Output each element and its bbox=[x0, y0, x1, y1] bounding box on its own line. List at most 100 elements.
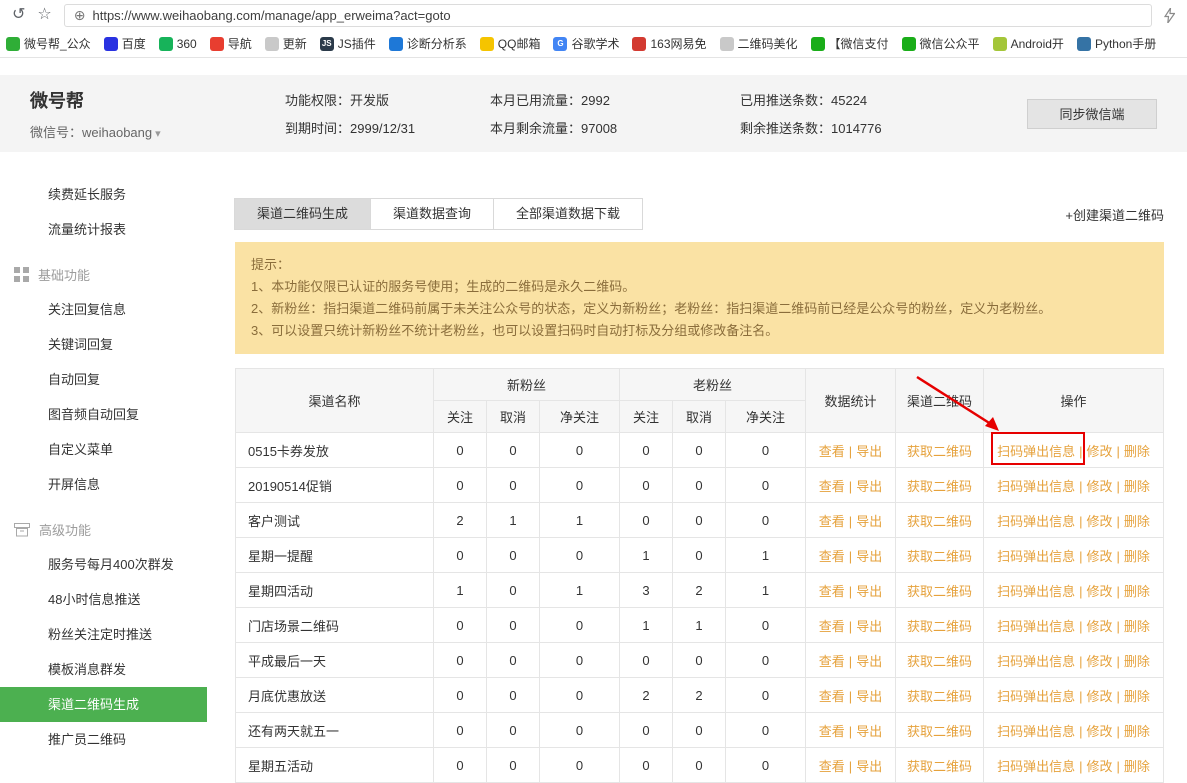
edit-link[interactable]: 修改 bbox=[1086, 654, 1112, 669]
sidebar-item[interactable]: 续费延长服务 bbox=[0, 177, 207, 212]
edit-link[interactable]: 修改 bbox=[1086, 549, 1112, 564]
sidebar-item[interactable]: 48小时信息推送 bbox=[0, 582, 207, 617]
view-link[interactable]: 查看 bbox=[819, 549, 845, 564]
sidebar-item[interactable]: 粉丝关注定时推送 bbox=[0, 617, 207, 652]
sidebar-item[interactable]: 关注回复信息 bbox=[0, 292, 207, 327]
scan-popup-info-link[interactable]: 扫码弹出信息 bbox=[997, 584, 1075, 599]
bookmark-item[interactable]: 【微信支付 bbox=[810, 35, 889, 52]
export-link[interactable]: 导出 bbox=[856, 689, 882, 704]
scan-popup-info-link[interactable]: 扫码弹出信息 bbox=[997, 549, 1075, 564]
scan-popup-info-link[interactable]: 扫码弹出信息 bbox=[997, 479, 1075, 494]
sidebar-item[interactable]: 自动回复 bbox=[0, 362, 207, 397]
get-qrcode-link[interactable]: 获取二维码 bbox=[907, 759, 972, 774]
edit-link[interactable]: 修改 bbox=[1086, 619, 1112, 634]
export-link[interactable]: 导出 bbox=[856, 549, 882, 564]
export-link[interactable]: 导出 bbox=[856, 654, 882, 669]
view-link[interactable]: 查看 bbox=[819, 619, 845, 634]
delete-link[interactable]: 删除 bbox=[1124, 724, 1150, 739]
export-link[interactable]: 导出 bbox=[856, 584, 882, 599]
bookmark-item[interactable]: 更新 bbox=[264, 35, 307, 52]
tab-data-query[interactable]: 渠道数据查询 bbox=[370, 198, 495, 230]
sidebar-item[interactable]: 关键词回复 bbox=[0, 327, 207, 362]
edit-link[interactable]: 修改 bbox=[1086, 514, 1112, 529]
scan-popup-info-link[interactable]: 扫码弹出信息 bbox=[997, 759, 1075, 774]
view-link[interactable]: 查看 bbox=[819, 584, 845, 599]
favorite-star-icon[interactable]: ☆ bbox=[37, 7, 51, 23]
bookmark-item[interactable]: JS JS插件 bbox=[319, 35, 376, 52]
export-link[interactable]: 导出 bbox=[856, 724, 882, 739]
sidebar-item[interactable]: 开屏信息 bbox=[0, 467, 207, 502]
edit-link[interactable]: 修改 bbox=[1086, 724, 1112, 739]
view-link[interactable]: 查看 bbox=[819, 444, 845, 459]
bookmark-item[interactable]: 诊断分析系 bbox=[388, 35, 467, 52]
export-link[interactable]: 导出 bbox=[856, 479, 882, 494]
delete-link[interactable]: 删除 bbox=[1124, 689, 1150, 704]
bookmark-item[interactable]: Android开 bbox=[992, 35, 1064, 52]
scan-popup-info-link[interactable]: 扫码弹出信息 bbox=[997, 654, 1075, 669]
tab-qrcode-generate[interactable]: 渠道二维码生成 bbox=[234, 198, 372, 230]
sync-wechat-button[interactable]: 同步微信端 bbox=[1027, 98, 1157, 129]
view-link[interactable]: 查看 bbox=[819, 759, 845, 774]
get-qrcode-link[interactable]: 获取二维码 bbox=[907, 724, 972, 739]
url-text[interactable]: https://www.weihaobang.com/manage/app_er… bbox=[92, 8, 450, 23]
get-qrcode-link[interactable]: 获取二维码 bbox=[907, 479, 972, 494]
export-link[interactable]: 导出 bbox=[856, 444, 882, 459]
lightning-icon[interactable] bbox=[1164, 7, 1175, 23]
bookmark-item[interactable]: 360 bbox=[158, 36, 197, 51]
delete-link[interactable]: 删除 bbox=[1124, 759, 1150, 774]
view-link[interactable]: 查看 bbox=[819, 654, 845, 669]
sidebar-item[interactable]: 推广员二维码 bbox=[0, 722, 207, 757]
scan-popup-info-link[interactable]: 扫码弹出信息 bbox=[997, 724, 1075, 739]
view-link[interactable]: 查看 bbox=[819, 724, 845, 739]
delete-link[interactable]: 删除 bbox=[1124, 619, 1150, 634]
delete-link[interactable]: 删除 bbox=[1124, 549, 1150, 564]
scan-popup-info-link[interactable]: 扫码弹出信息 bbox=[997, 689, 1075, 704]
sidebar-item[interactable]: 模板消息群发 bbox=[0, 652, 207, 687]
create-channel-qrcode-link[interactable]: +创建渠道二维码 bbox=[1065, 205, 1164, 224]
get-qrcode-link[interactable]: 获取二维码 bbox=[907, 619, 972, 634]
bookmark-item[interactable]: 导航 bbox=[209, 35, 252, 52]
scan-popup-info-link[interactable]: 扫码弹出信息 bbox=[997, 444, 1075, 459]
address-bar[interactable]: ⊕ https://www.weihaobang.com/manage/app_… bbox=[63, 3, 1152, 27]
scan-popup-info-link[interactable]: 扫码弹出信息 bbox=[997, 514, 1075, 529]
export-link[interactable]: 导出 bbox=[856, 759, 882, 774]
edit-link[interactable]: 修改 bbox=[1086, 444, 1112, 459]
bookmark-item[interactable]: G 谷歌学术 bbox=[553, 35, 619, 52]
bookmark-item[interactable]: 微信公众平 bbox=[901, 35, 980, 52]
sidebar-item[interactable]: 服务号每月400次群发 bbox=[0, 547, 207, 582]
edit-link[interactable]: 修改 bbox=[1086, 689, 1112, 704]
scan-popup-info-link[interactable]: 扫码弹出信息 bbox=[997, 619, 1075, 634]
sidebar-item[interactable]: 渠道二维码生成 bbox=[0, 687, 207, 722]
account-selector[interactable]: 微信号：weihaobang ▾ bbox=[30, 122, 285, 141]
sidebar-item[interactable]: 自定义菜单 bbox=[0, 432, 207, 467]
delete-link[interactable]: 删除 bbox=[1124, 584, 1150, 599]
bookmark-item[interactable]: 百度 bbox=[103, 35, 146, 52]
view-link[interactable]: 查看 bbox=[819, 479, 845, 494]
tab-data-download[interactable]: 全部渠道数据下载 bbox=[493, 198, 644, 230]
view-link[interactable]: 查看 bbox=[819, 689, 845, 704]
edit-link[interactable]: 修改 bbox=[1086, 479, 1112, 494]
delete-link[interactable]: 删除 bbox=[1124, 444, 1150, 459]
bookmark-item[interactable]: 163网易免 bbox=[632, 35, 707, 52]
delete-link[interactable]: 删除 bbox=[1124, 654, 1150, 669]
edit-link[interactable]: 修改 bbox=[1086, 584, 1112, 599]
delete-link[interactable]: 删除 bbox=[1124, 514, 1150, 529]
get-qrcode-link[interactable]: 获取二维码 bbox=[907, 444, 972, 459]
sidebar-item[interactable]: 图音频自动回复 bbox=[0, 397, 207, 432]
view-link[interactable]: 查看 bbox=[819, 514, 845, 529]
delete-link[interactable]: 删除 bbox=[1124, 479, 1150, 494]
get-qrcode-link[interactable]: 获取二维码 bbox=[907, 584, 972, 599]
export-link[interactable]: 导出 bbox=[856, 619, 882, 634]
get-qrcode-link[interactable]: 获取二维码 bbox=[907, 514, 972, 529]
sidebar-item[interactable]: 流量统计报表 bbox=[0, 212, 207, 247]
edit-link[interactable]: 修改 bbox=[1086, 759, 1112, 774]
bookmark-item[interactable]: Python手册 bbox=[1076, 35, 1156, 52]
export-link[interactable]: 导出 bbox=[856, 514, 882, 529]
get-qrcode-link[interactable]: 获取二维码 bbox=[907, 689, 972, 704]
bookmark-item[interactable]: 二维码美化 bbox=[719, 35, 798, 52]
bookmark-item[interactable]: QQ邮箱 bbox=[479, 35, 540, 52]
get-qrcode-link[interactable]: 获取二维码 bbox=[907, 549, 972, 564]
bookmark-item[interactable]: 微号帮_公众 bbox=[6, 35, 91, 52]
refresh-icon[interactable]: ↺ bbox=[12, 7, 25, 23]
get-qrcode-link[interactable]: 获取二维码 bbox=[907, 654, 972, 669]
